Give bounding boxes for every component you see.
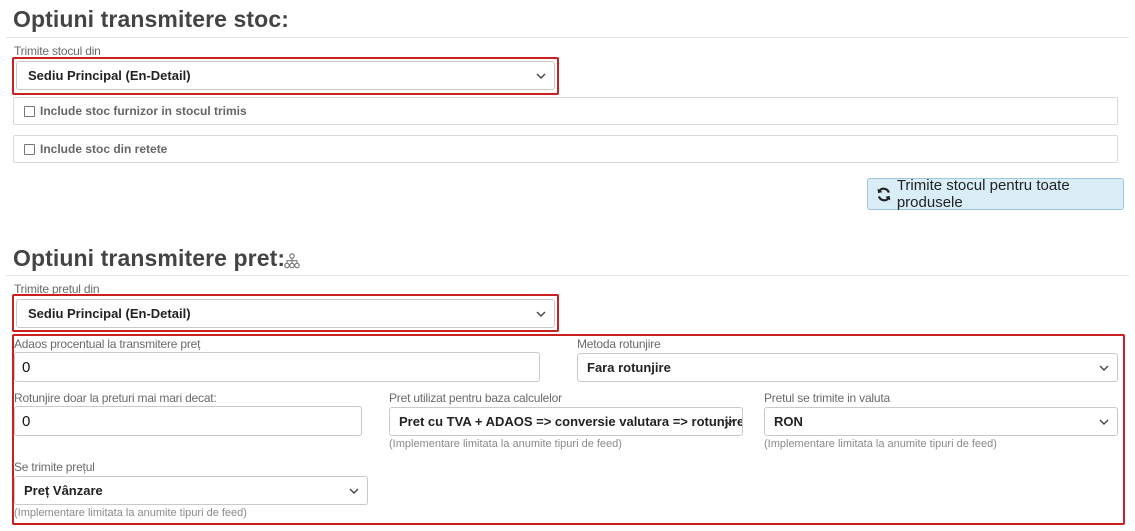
include-supplier-stock-row[interactable]: Include stoc furnizor in stocul trimis [13,97,1118,125]
price-source-value: Sediu Principal (En-Detail) [28,306,191,321]
base-price-select[interactable]: Pret cu TVA + ADAOS => conversie valutar… [389,407,743,436]
price-title-divider [6,275,1129,276]
base-price-hint: (Implementare limitata la anumite tipuri… [389,438,622,450]
chevron-down-icon [536,73,546,79]
currency-select[interactable]: RON [764,407,1118,436]
stock-section-title: Optiuni transmitere stoc: [13,6,289,32]
chevron-down-icon [1099,365,1109,371]
refresh-icon [877,187,891,201]
markup-label: Adaos procentual la transmitere preț [14,337,201,351]
include-recipes-stock-label: Include stoc din retete [40,142,168,156]
price-type-select[interactable]: Preț Vânzare [14,476,368,505]
price-source-select[interactable]: Sediu Principal (En-Detail) [16,299,555,328]
include-supplier-stock-label: Include stoc furnizor in stocul trimis [40,104,247,118]
stock-source-label: Trimite stocul din [14,44,101,58]
chevron-down-icon [724,419,734,425]
currency-value: RON [774,414,803,429]
chevron-down-icon [536,311,546,317]
include-recipes-stock-checkbox[interactable] [24,143,35,155]
price-type-label: Se trimite prețul [14,460,95,474]
round-above-label: Rotunjire doar la preturi mai mari decat… [14,391,217,405]
currency-label: Pretul se trimite in valuta [764,391,890,405]
price-section-title: Optiuni transmitere pret: [13,245,286,271]
send-stock-all-products-button[interactable]: Trimite stocul pentru toate produsele [867,177,1124,211]
send-stock-all-products-label: Trimite stocul pentru toate produsele [896,177,1070,211]
sitemap-icon [284,253,300,269]
round-above-input[interactable]: 0 [14,406,362,436]
base-price-label: Pret utilizat pentru baza calculelor [389,391,562,405]
currency-hint: (Implementare limitata la anumite tipuri… [764,438,997,450]
stock-source-select[interactable]: Sediu Principal (En-Detail) [16,61,555,90]
stock-title-divider [6,37,1129,38]
stock-source-value: Sediu Principal (En-Detail) [28,68,191,83]
include-recipes-stock-row[interactable]: Include stoc din retete [13,135,1118,163]
markup-input[interactable]: 0 [14,352,540,382]
rounding-method-label: Metoda rotunjire [577,337,661,351]
chevron-down-icon [349,488,359,494]
chevron-down-icon [1099,419,1109,425]
base-price-value: Pret cu TVA + ADAOS => conversie valutar… [399,414,742,429]
price-type-hint: (Implementare limitata la anumite tipuri… [14,507,247,519]
rounding-method-value: Fara rotunjire [587,360,671,375]
include-supplier-stock-checkbox[interactable] [24,105,35,117]
rounding-method-select[interactable]: Fara rotunjire [577,353,1118,382]
price-type-value: Preț Vânzare [24,483,103,498]
